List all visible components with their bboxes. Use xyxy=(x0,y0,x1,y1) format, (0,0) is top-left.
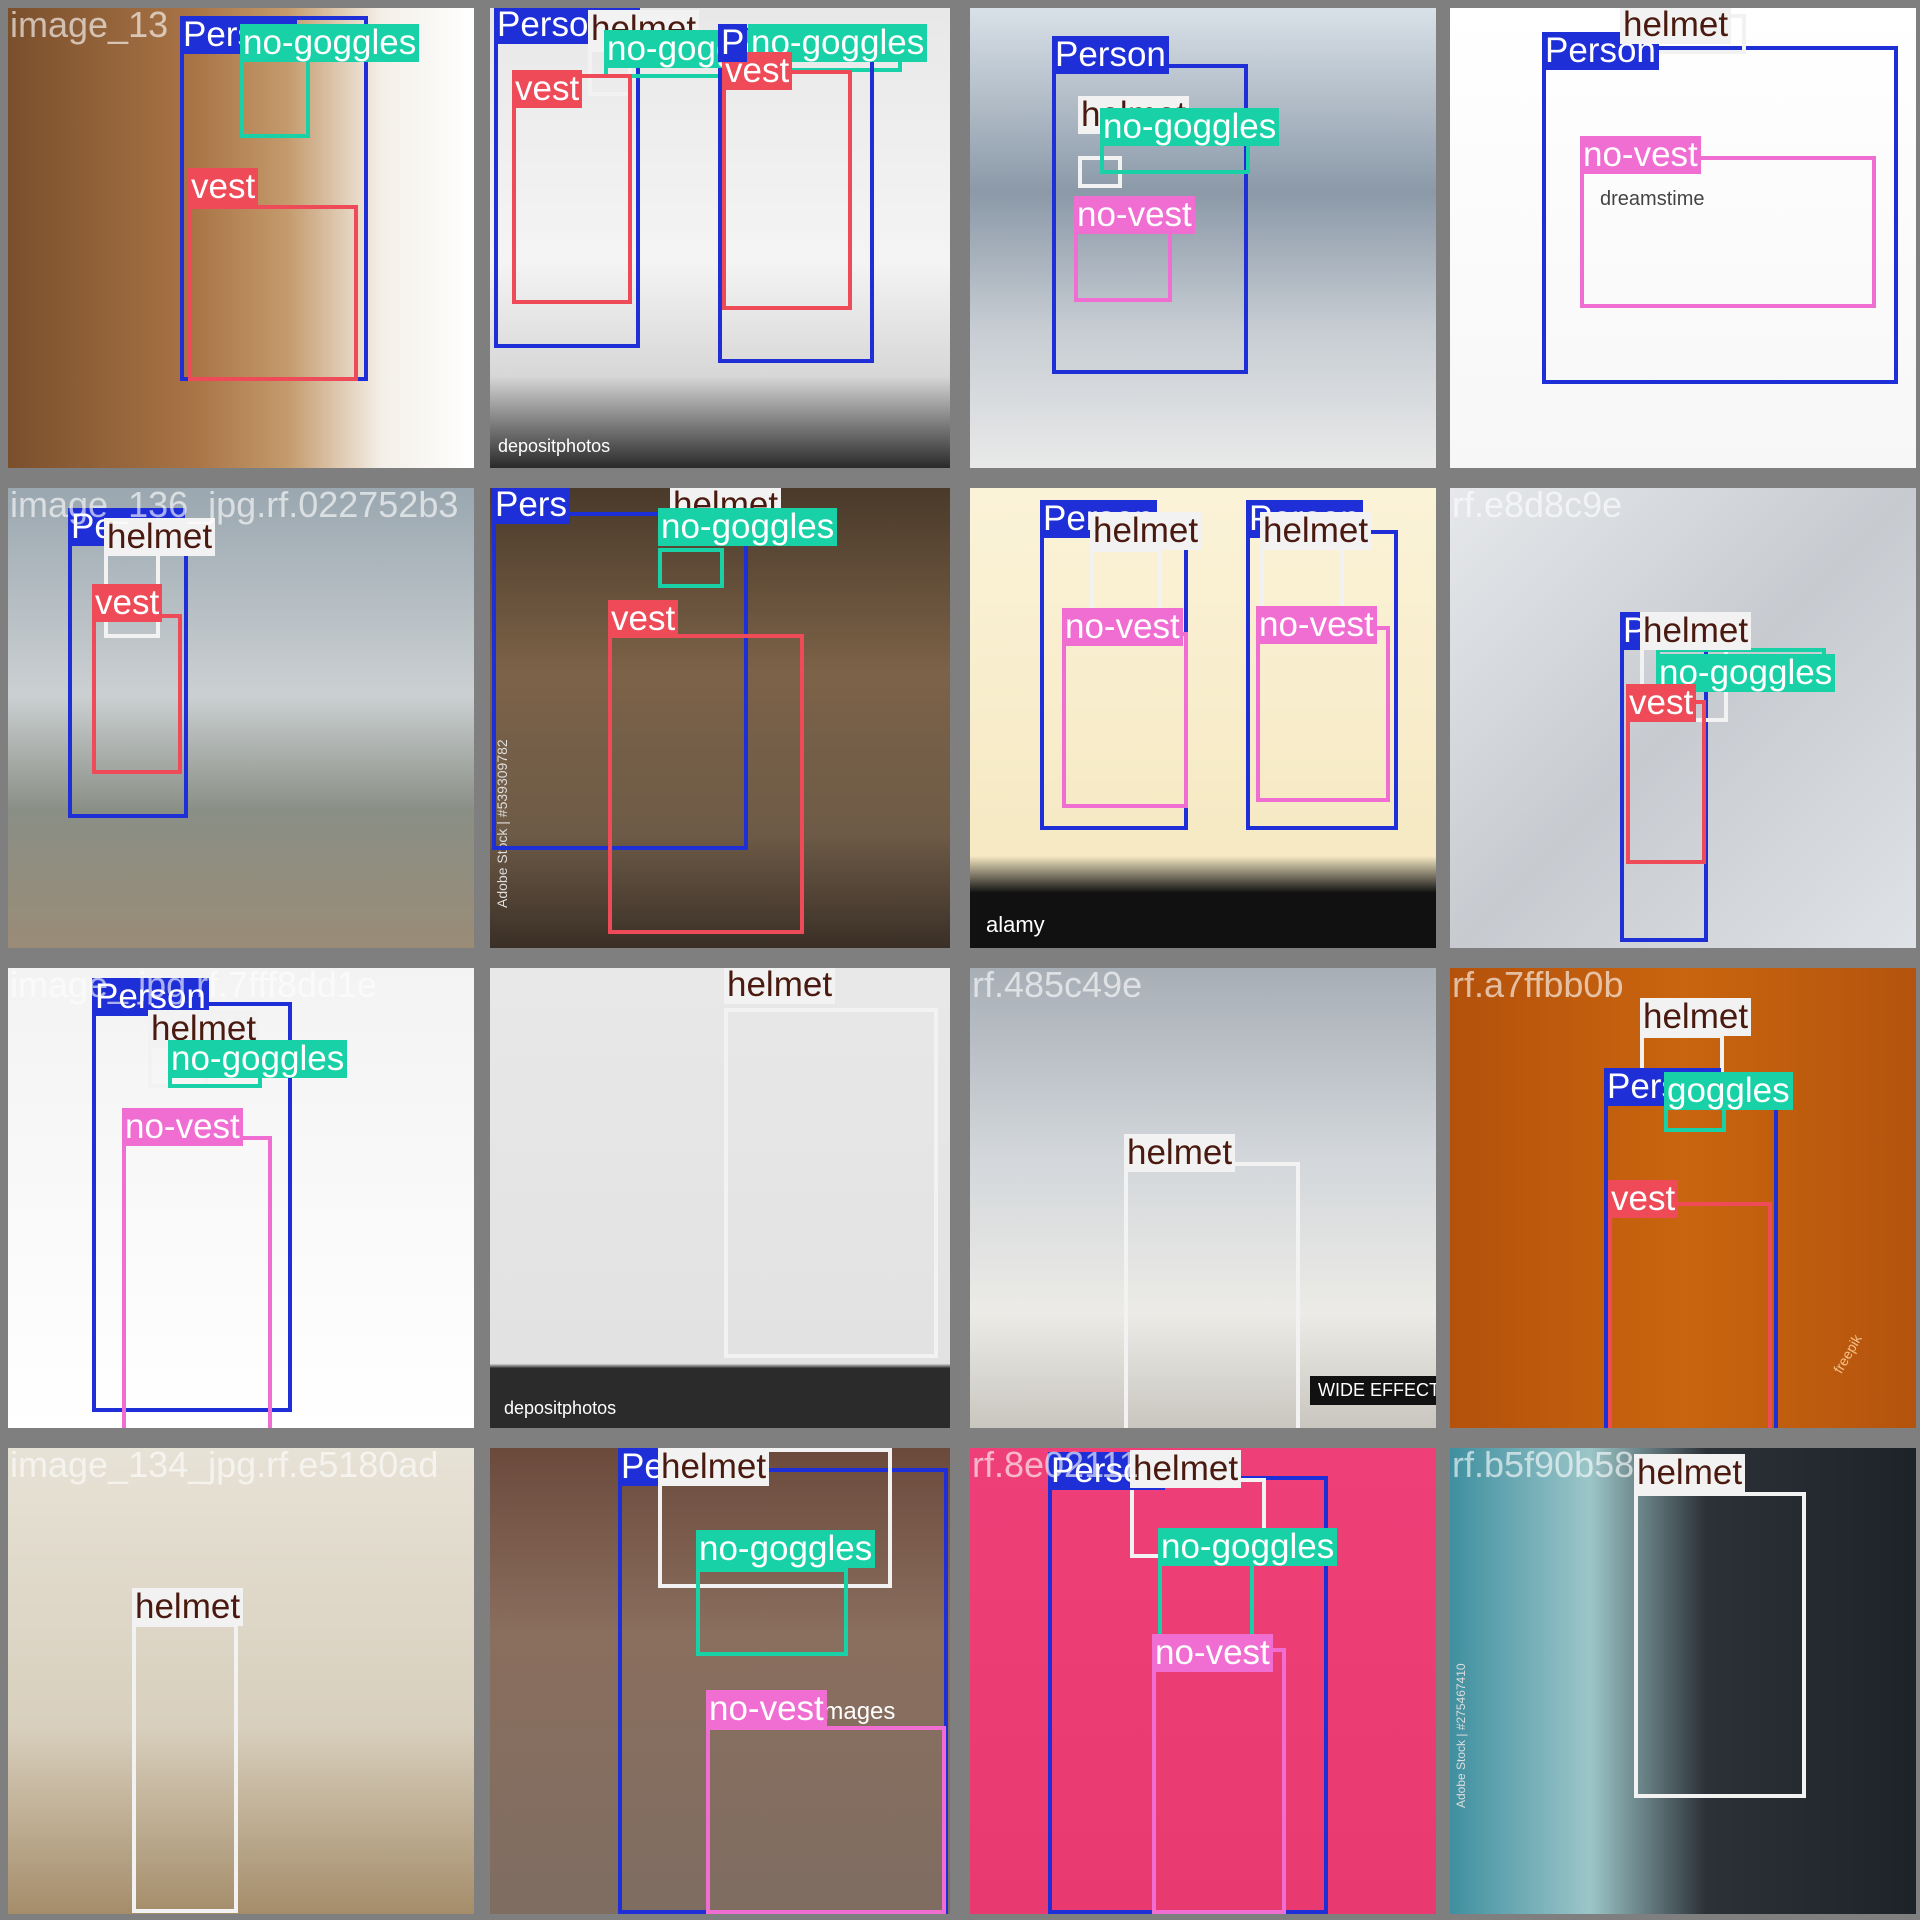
image-filename: rf.485c49e xyxy=(972,968,1143,1005)
bbox-label-helmet: helmet xyxy=(1124,1134,1236,1172)
bbox-label-no-goggles: no-goggles xyxy=(658,508,838,546)
mosaic-tile: gettyimages Pe helmet no-goggles no-vest xyxy=(490,1448,950,1914)
detection-mosaic: image_13 Person no-goggles vest depositphoto… xyxy=(0,0,1920,1920)
bbox-label-helmet: helmet xyxy=(1634,1454,1746,1492)
bbox-label-helmet: helmet xyxy=(1130,1450,1242,1488)
bbox-label-no-vest: no-vest xyxy=(1580,136,1701,174)
bbox-label-person: Pers xyxy=(492,488,570,524)
watermark: WIDE EFFECT xyxy=(1310,1376,1436,1405)
bbox-label-no-vest: no-vest xyxy=(706,1690,827,1728)
bbox-label-vest: vest xyxy=(512,70,583,108)
bbox-helmet xyxy=(724,1008,938,1358)
bbox-label-helmet: helmet xyxy=(132,1588,244,1626)
mosaic-tile: rf.b5f90b58 Adobe Stock | #275467410 helme… xyxy=(1450,1448,1916,1914)
bbox-label-vest: vest xyxy=(608,600,679,638)
bbox-label-no-goggles: no-goggles xyxy=(1158,1528,1338,1566)
bbox-label-helmet: helmet xyxy=(1090,512,1202,550)
bbox-label-vest: vest xyxy=(1626,684,1697,722)
bbox-label-vest: vest xyxy=(1608,1180,1679,1218)
bbox-label-no-vest: no-vest xyxy=(122,1108,243,1146)
watermark: Adobe Stock | #275467410 xyxy=(1454,1663,1468,1808)
image-filename: image_13 xyxy=(10,8,169,45)
bbox-no-vest xyxy=(122,1136,272,1428)
watermark: depositphotos xyxy=(498,436,611,456)
bbox-label-no-goggles: no-goggles xyxy=(696,1530,876,1568)
image-filename: rf.8e02111 xyxy=(972,1448,1139,1485)
watermark: alamy xyxy=(986,912,1045,937)
bbox-label-helmet: helmet xyxy=(658,1448,770,1486)
bbox-label-helmet: helmet xyxy=(1260,512,1372,550)
bbox-no-vest xyxy=(1256,626,1390,802)
mosaic-tile: image_ jpg.rf.7fff8dd1e Person helmet no-go… xyxy=(8,968,474,1428)
mosaic-tile: rf.485c49e WIDE EFFECT helmet xyxy=(970,968,1436,1428)
bbox-no-vest xyxy=(1580,156,1876,308)
bbox-label-helmet: helmet xyxy=(1640,998,1752,1036)
bbox-helmet xyxy=(132,1623,238,1913)
bbox-label-no-vest: no-vest xyxy=(1062,608,1183,646)
mosaic-tile: dreamstime Person helmet no-vest xyxy=(1450,8,1916,468)
tile-photo xyxy=(8,1448,474,1914)
mosaic-tile: Personhelmetno-gogglesno-vest xyxy=(970,8,1436,468)
image-filename: rf.b5f90b58 xyxy=(1452,1448,1635,1485)
mosaic-tile: depositphotos Person helmet no-goggles no-go… xyxy=(490,8,950,468)
mosaic-tile: image_134_jpg.rf.e5180adhelmet xyxy=(8,1448,474,1914)
bbox-label-no-vest: no-vest xyxy=(1152,1634,1273,1672)
bbox-vest xyxy=(1626,700,1706,864)
image-filename: image_136_jpg.rf.022752b3 xyxy=(10,488,459,525)
bbox-no-vest xyxy=(1062,632,1188,808)
bbox-helmet xyxy=(1634,1492,1806,1798)
mosaic-tile: depositphotos helmet xyxy=(490,968,950,1428)
image-filename: image_ jpg.rf.7fff8dd1e xyxy=(10,968,377,1005)
bbox-label-helmet: helmet xyxy=(1620,8,1732,44)
bbox-label-helmet: helmet xyxy=(1640,612,1752,650)
bbox-label-no-goggles: no-goggles xyxy=(1100,108,1280,146)
bbox-label-vest: vest xyxy=(92,584,163,622)
mosaic-tile: rf.e8d8c9e Phelmet no-goggles vest xyxy=(1450,488,1916,948)
bbox-vest xyxy=(608,634,804,934)
mosaic-tile: image_136_jpg.rf.022752b3Personhelmetves… xyxy=(8,488,474,948)
image-filename: rf.e8d8c9e xyxy=(1452,488,1623,525)
watermark: depositphotos xyxy=(504,1398,617,1418)
bbox-label-no-goggles: goggles xyxy=(1664,1072,1793,1110)
bbox-label-helmet: helmet xyxy=(724,968,836,1004)
bbox-no-vest xyxy=(1074,222,1172,302)
bbox-label-person: Person xyxy=(1052,36,1169,74)
bbox-label-no-goggles: no-goggles xyxy=(168,1040,348,1078)
bbox-label-person: P xyxy=(718,24,748,62)
bbox-vest xyxy=(188,205,358,381)
bbox-vest xyxy=(512,74,632,304)
bbox-label-no-vest: no-vest xyxy=(1256,606,1377,644)
mosaic-tile: Adobe Stock | #539309782 Pers helmet no-gog… xyxy=(490,488,950,948)
bbox-no-goggles xyxy=(696,1568,848,1656)
bbox-label-no-goggles: no-goggles xyxy=(240,24,420,62)
image-filename: image_134_jpg.rf.e5180ad xyxy=(10,1448,439,1485)
mosaic-tile: rf.a7ffbb0b freepik helmet Person goggles ves… xyxy=(1450,968,1916,1428)
bbox-label-no-vest: no-vest xyxy=(1074,196,1195,234)
bbox-label-vest: vest xyxy=(188,168,259,206)
bbox-no-vest xyxy=(706,1726,946,1914)
bbox-vest xyxy=(92,614,182,774)
mosaic-tile: rf.8e02111 Person helmet no-goggles no-vest xyxy=(970,1448,1436,1914)
bbox-helmet xyxy=(1124,1162,1300,1428)
bbox-no-goggles xyxy=(658,548,724,588)
bbox-no-vest xyxy=(1152,1648,1286,1914)
mosaic-tile: alamyPersonPersonhelmethelmetno-vestno-v… xyxy=(970,488,1436,948)
bbox-vest xyxy=(1608,1202,1772,1428)
image-filename: rf.a7ffbb0b xyxy=(1452,968,1624,1005)
mosaic-tile: image_13 Person no-goggles vest xyxy=(8,8,474,468)
